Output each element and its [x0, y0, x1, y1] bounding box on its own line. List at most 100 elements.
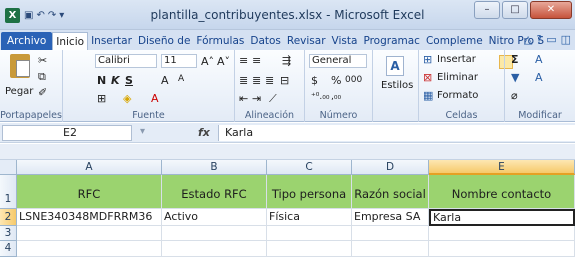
shrink-font-icon[interactable]: A˅	[217, 55, 230, 68]
formula-input[interactable]: Karla	[218, 125, 575, 141]
fill-color-icon[interactable]: ◈	[123, 92, 131, 105]
column-header-e[interactable]: E	[429, 160, 575, 175]
maximize-button[interactable]: □	[502, 1, 528, 19]
tab-archivo[interactable]: Archivo	[1, 32, 53, 50]
tab-insertar[interactable]: Insertar	[88, 32, 135, 50]
group-label-numero: Número	[319, 110, 358, 121]
cell-e4[interactable]	[429, 241, 575, 257]
shrink-font-button[interactable]: A	[178, 74, 184, 84]
cell-b3[interactable]	[162, 226, 267, 241]
column-header-d[interactable]: D	[352, 160, 429, 175]
row-header-1[interactable]: 1	[0, 175, 17, 209]
align-top-icon[interactable]: ≡	[239, 54, 248, 67]
tab-formulas[interactable]: Fórmulas	[193, 32, 247, 50]
cell-e3[interactable]	[429, 226, 575, 241]
bold-button[interactable]: N	[97, 74, 106, 87]
tab-vista[interactable]: Vista	[329, 32, 361, 50]
cell-b2[interactable]: Activo	[162, 209, 267, 226]
paste-button[interactable]: Pegar	[5, 86, 33, 97]
delete-button[interactable]: Eliminar	[437, 72, 478, 83]
grow-font-button[interactable]: A	[161, 74, 169, 87]
align-middle-icon[interactable]: ≡	[252, 54, 261, 67]
cell-e2[interactable]: Karla	[429, 209, 575, 226]
name-box-dropdown-icon[interactable]: ▾	[140, 126, 145, 137]
insert-cells-icon[interactable]: ⊞	[423, 53, 432, 66]
align-left-icon[interactable]: ≣	[239, 74, 248, 87]
format-button[interactable]: Formato	[437, 90, 478, 101]
increase-decimal-button[interactable]: ⁺⁰.₀₀	[311, 92, 329, 102]
insert-button[interactable]: Insertar	[437, 54, 476, 65]
cell-a2[interactable]: LSNE340348MDFRRM36	[17, 209, 162, 226]
cell-c2[interactable]: Física	[267, 209, 352, 226]
close-button[interactable]: ✕	[530, 1, 572, 19]
row-header-4[interactable]: 4	[0, 241, 17, 257]
font-color-icon[interactable]: A	[151, 92, 159, 105]
currency-button[interactable]: $	[311, 74, 318, 87]
copy-icon[interactable]: ⧉	[38, 70, 46, 84]
underline-button[interactable]: S	[125, 74, 133, 87]
increase-indent-icon[interactable]: ⇥	[252, 92, 261, 105]
format-cells-icon[interactable]: ▦	[423, 89, 433, 102]
align-center-icon[interactable]: ≣	[252, 74, 261, 87]
borders-icon[interactable]: ⊞	[97, 92, 106, 105]
orientation-icon[interactable]: ⟋	[269, 92, 277, 106]
row-header-3[interactable]: 3	[0, 226, 17, 241]
cell-d2[interactable]: Empresa SA	[352, 209, 429, 226]
column-header-b[interactable]: B	[162, 160, 267, 175]
cell-d4[interactable]	[352, 241, 429, 257]
styles-icon[interactable]: A	[386, 56, 404, 76]
cut-icon[interactable]: ✂	[38, 54, 47, 67]
wrap-text-icon[interactable]: ⇶	[282, 54, 291, 67]
restore-workbook-icon[interactable]: ◫	[561, 33, 571, 46]
percent-button[interactable]: %	[331, 74, 341, 87]
cell-e1[interactable]: Nombre contacto	[429, 175, 575, 209]
spreadsheet-grid: A B C D E 1 2 3 4 RFC Estado RFC Tipo pe…	[0, 160, 575, 257]
row-header-2[interactable]: 2	[0, 209, 17, 226]
column-header-c[interactable]: C	[267, 160, 352, 175]
cell-b4[interactable]	[162, 241, 267, 257]
cell-b1[interactable]: Estado RFC	[162, 175, 267, 209]
cell-c3[interactable]	[267, 226, 352, 241]
tab-inicio[interactable]: Inicio	[52, 32, 89, 50]
styles-button[interactable]: Estilos	[381, 80, 413, 91]
cell-a4[interactable]	[17, 241, 162, 257]
select-all-corner[interactable]	[0, 160, 17, 175]
thousands-button[interactable]: 000	[345, 75, 362, 85]
group-label-celdas: Celdas	[445, 110, 478, 121]
cell-c1[interactable]: Tipo persona	[267, 175, 352, 209]
fill-icon[interactable]: ▼	[511, 71, 519, 84]
number-format-select[interactable]: General	[309, 54, 367, 68]
name-box[interactable]: E2	[2, 125, 132, 141]
decrease-indent-icon[interactable]: ⇤	[239, 92, 248, 105]
find-select-button[interactable]: A	[535, 71, 543, 84]
minimize-workbook-icon[interactable]: ▭	[546, 33, 556, 46]
paste-icon[interactable]	[10, 54, 30, 78]
collapse-ribbon-icon[interactable]: △	[524, 33, 532, 46]
italic-button[interactable]: K	[111, 74, 120, 87]
insert-function-icon[interactable]: fx	[198, 126, 210, 139]
font-size-select[interactable]: 11	[161, 54, 197, 68]
decrease-decimal-button[interactable]: ,₀₀	[331, 92, 341, 102]
align-right-icon[interactable]: ≣	[265, 74, 274, 87]
delete-cells-icon[interactable]: ⊠	[423, 71, 432, 84]
clear-button[interactable]: ⌀	[511, 89, 518, 102]
help-icon[interactable]: ?	[536, 33, 542, 46]
column-header-a[interactable]: A	[17, 160, 162, 175]
cell-a1[interactable]: RFC	[17, 175, 162, 209]
font-name-select[interactable]: Calibri	[95, 54, 157, 68]
tab-revisar[interactable]: Revisar	[284, 32, 329, 50]
sort-filter-button[interactable]: A	[535, 53, 543, 66]
cell-c4[interactable]	[267, 241, 352, 257]
grow-font-icon[interactable]: A˄	[201, 55, 214, 68]
format-painter-icon[interactable]: ✐	[38, 86, 47, 99]
autosum-button[interactable]: Σ	[511, 53, 519, 66]
minimize-button[interactable]: –	[474, 1, 500, 19]
tab-complementos[interactable]: Compleme	[423, 32, 486, 50]
tab-datos[interactable]: Datos	[247, 32, 284, 50]
cell-a3[interactable]	[17, 226, 162, 241]
tab-programador[interactable]: Programac	[360, 32, 423, 50]
merge-center-icon[interactable]: ⊟	[280, 74, 289, 87]
tab-diseno[interactable]: Diseño de	[135, 32, 193, 50]
cell-d3[interactable]	[352, 226, 429, 241]
cell-d1[interactable]: Razón social	[352, 175, 429, 209]
